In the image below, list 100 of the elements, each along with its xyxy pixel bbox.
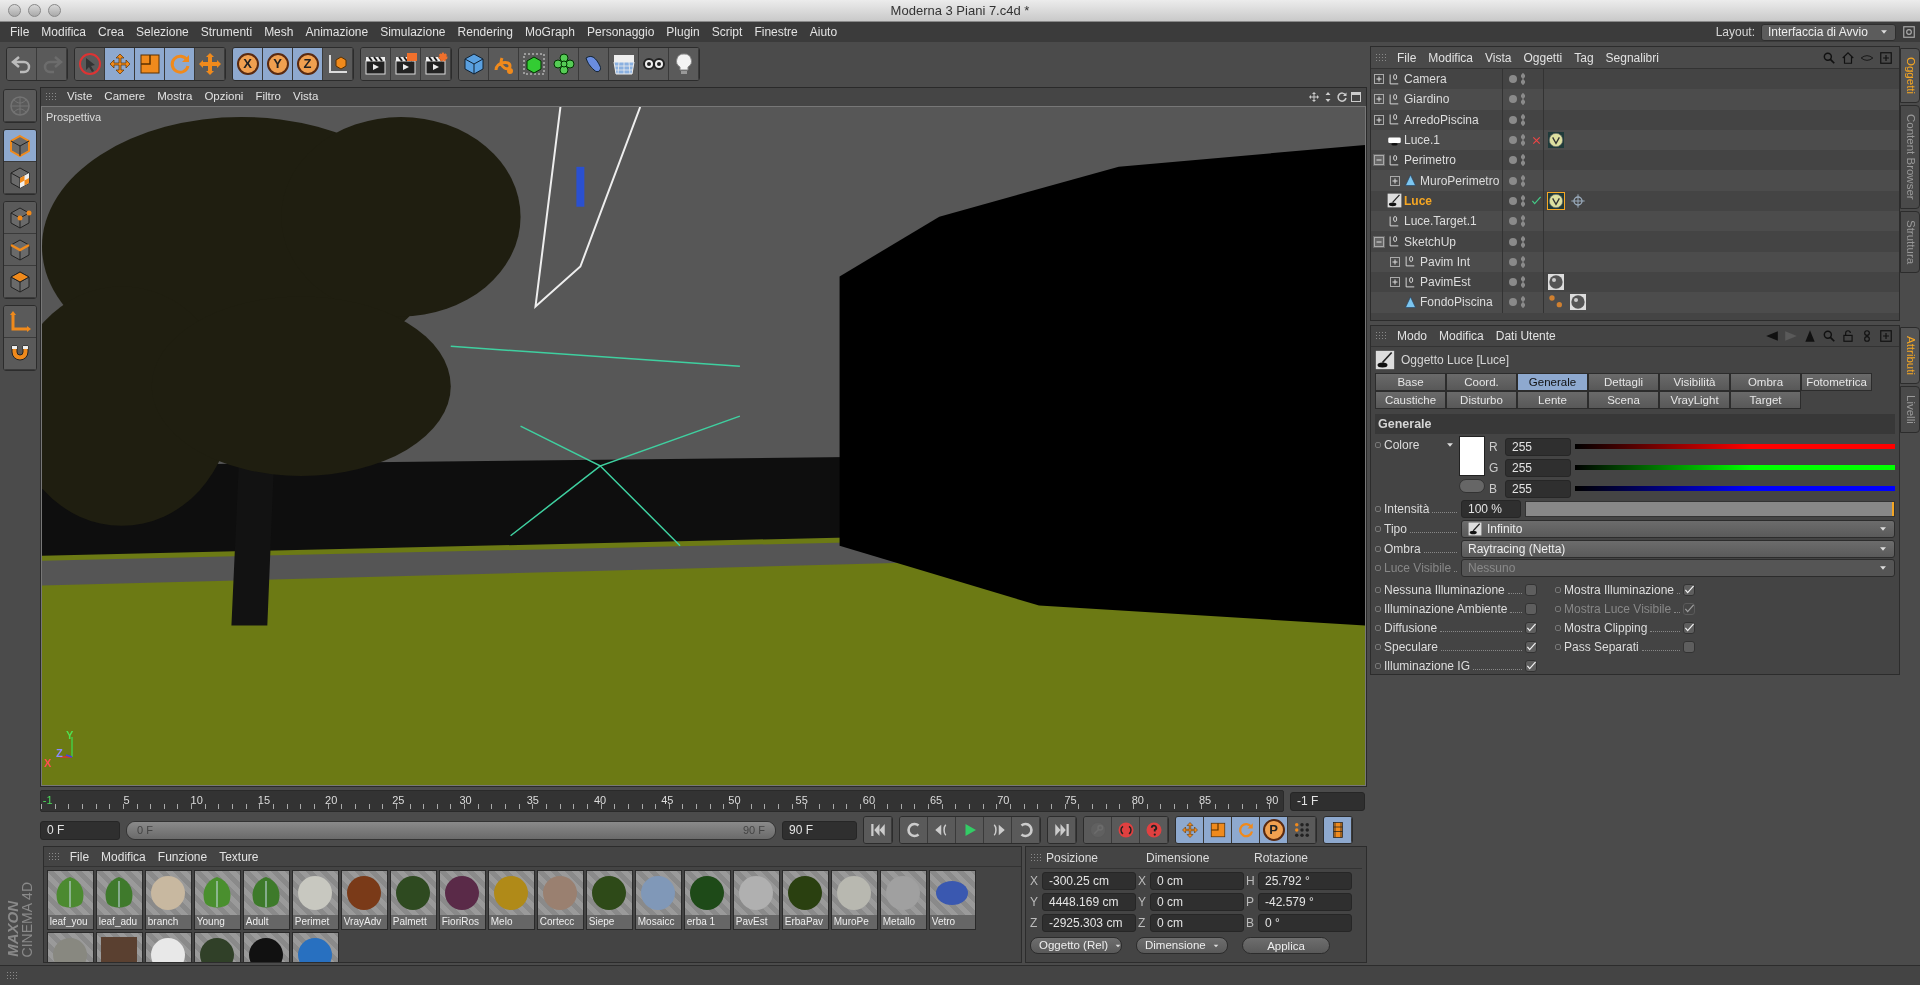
tab[interactable]: Dettagli: [1588, 372, 1659, 391]
render-toggle[interactable]: [1521, 276, 1525, 289]
sphere-icon[interactable]: [1570, 294, 1586, 311]
checkbox[interactable]: [1525, 659, 1537, 672]
menu-item[interactable]: Tag: [1568, 48, 1600, 67]
material-swatch[interactable]: Melo: [487, 870, 535, 930]
value-field[interactable]: 0 cm: [1150, 893, 1244, 911]
intensity-slider[interactable]: [1525, 501, 1895, 518]
material-swatch[interactable]: Adult: [242, 870, 290, 930]
checkbox[interactable]: [1525, 640, 1537, 653]
tool-button[interactable]: [1048, 817, 1076, 843]
color-slider[interactable]: [1575, 444, 1895, 450]
expand-button[interactable]: [1459, 479, 1485, 494]
material-swatch[interactable]: MuroPe: [830, 870, 878, 930]
rotate-icon[interactable]: [1336, 91, 1348, 103]
object-name[interactable]: MuroPerimetro: [1420, 171, 1500, 190]
material-swatch[interactable]: VrayAdv: [340, 870, 388, 930]
menu-item[interactable]: Animazione: [299, 23, 375, 41]
layout-dropdown[interactable]: Interfaccia di Avvio: [1761, 23, 1896, 41]
mode-dropdown[interactable]: Dimensione: [1136, 937, 1228, 954]
menu-item[interactable]: Modifica: [35, 23, 93, 41]
object-name[interactable]: Camera: [1404, 70, 1447, 89]
render-toggle[interactable]: [1521, 194, 1525, 207]
material-swatch[interactable]: FioriRos: [438, 870, 486, 930]
value-field[interactable]: 100 %: [1461, 500, 1521, 519]
visibility-dot[interactable]: [1509, 115, 1517, 124]
menu-item[interactable]: Finestre: [748, 23, 804, 41]
timeline-ruler[interactable]: -1 5 10 15 20 25 30 35 40 45 50 55 60 65 70 75 80 85 90: [40, 790, 1284, 812]
menu-item[interactable]: Dati Utente: [1489, 326, 1562, 345]
zoom-button[interactable]: [48, 4, 61, 17]
render-toggle[interactable]: [1521, 93, 1525, 106]
expand-toggle[interactable]: [1389, 276, 1401, 289]
material-swatch[interactable]: Metallo: [879, 870, 927, 930]
tab[interactable]: Visibilità: [1659, 372, 1730, 391]
menu-item[interactable]: Strumenti: [194, 23, 259, 41]
color-slider[interactable]: [1575, 465, 1895, 471]
maximize-icon[interactable]: [1350, 91, 1362, 103]
value-field[interactable]: 255: [1505, 437, 1571, 456]
crosshair-icon[interactable]: [1570, 192, 1586, 209]
axis-toggle[interactable]: Y: [263, 48, 293, 80]
value-field[interactable]: 255: [1505, 458, 1571, 477]
menu-item[interactable]: Segnalibri: [1599, 48, 1665, 67]
menu-item[interactable]: File: [63, 847, 96, 866]
menu-item[interactable]: Modifica: [95, 847, 152, 866]
material-swatch[interactable]: ErbaPav: [781, 870, 829, 930]
menu-item[interactable]: Plugin: [660, 23, 706, 41]
tab[interactable]: Generale: [1517, 372, 1588, 391]
tool-button[interactable]: [864, 817, 892, 843]
visibility-dot[interactable]: [1509, 257, 1517, 266]
frame-field[interactable]: 90 F: [782, 820, 857, 840]
render-toggle[interactable]: [1521, 134, 1525, 147]
checkbox[interactable]: [1683, 640, 1695, 653]
menu-item[interactable]: Modo: [1391, 326, 1434, 345]
value-field[interactable]: -300.25 cm: [1042, 872, 1136, 890]
menu-item[interactable]: Funzione: [151, 847, 214, 866]
side-tab[interactable]: Attributi: [1900, 327, 1920, 384]
menu-item[interactable]: Filtro: [249, 88, 287, 106]
menu-item[interactable]: Selezione: [130, 23, 195, 41]
cross-icon[interactable]: [1531, 134, 1542, 146]
menu-item[interactable]: Texture: [213, 847, 265, 866]
mode-dropdown[interactable]: Oggetto (Rel): [1030, 937, 1122, 954]
sphere-icon[interactable]: [1548, 274, 1564, 291]
tab[interactable]: Coord.: [1446, 372, 1517, 391]
menu-item[interactable]: Modifica: [1422, 48, 1480, 67]
expand-toggle[interactable]: [1373, 235, 1385, 248]
material-swatch[interactable]: leaf_adu: [95, 870, 143, 930]
material-swatch[interactable]: leaf_you: [46, 870, 94, 930]
menu-item[interactable]: File: [4, 23, 36, 41]
visibility-dot[interactable]: [1509, 156, 1517, 165]
minimize-button[interactable]: [28, 4, 41, 17]
value-field[interactable]: -42.579 °: [1258, 893, 1352, 911]
menu-item[interactable]: Viste: [61, 88, 99, 106]
check-icon[interactable]: [1531, 195, 1542, 207]
expand-toggle[interactable]: [1373, 113, 1385, 126]
checkbox[interactable]: [1525, 583, 1537, 596]
axis-toggle[interactable]: Z: [293, 48, 323, 80]
render-toggle[interactable]: [1521, 215, 1525, 228]
material-swatch[interactable]: Vetro: [928, 870, 976, 930]
dropdown[interactable]: Infinito: [1461, 519, 1895, 538]
menu-item[interactable]: Simulazione: [374, 23, 452, 41]
menu-item[interactable]: Mostra: [151, 88, 199, 106]
visibility-dot[interactable]: [1509, 176, 1517, 185]
expand-toggle[interactable]: [1373, 154, 1385, 167]
expand-toggle[interactable]: [1389, 255, 1401, 268]
material-swatch[interactable]: Palmett: [389, 870, 437, 930]
dropdown[interactable]: Raytracing (Netta): [1461, 539, 1895, 558]
frame-field[interactable]: 0 F: [40, 820, 120, 840]
menu-item[interactable]: Modifica: [1433, 326, 1490, 345]
tool-button[interactable]: [7, 48, 37, 80]
tool-button[interactable]: [900, 817, 928, 843]
render-toggle[interactable]: [1521, 174, 1525, 187]
material-swatch[interactable]: Perimet: [291, 870, 339, 930]
menu-item[interactable]: MoGraph: [518, 23, 581, 41]
checkbox[interactable]: [1683, 583, 1695, 596]
visibility-dot[interactable]: [1509, 217, 1517, 226]
menu-item[interactable]: Oggetti: [1517, 48, 1569, 67]
menu-item[interactable]: Vista: [1479, 48, 1518, 67]
checkbox[interactable]: [1683, 621, 1695, 634]
tab[interactable]: Base: [1375, 372, 1446, 391]
close-button[interactable]: [8, 4, 21, 17]
